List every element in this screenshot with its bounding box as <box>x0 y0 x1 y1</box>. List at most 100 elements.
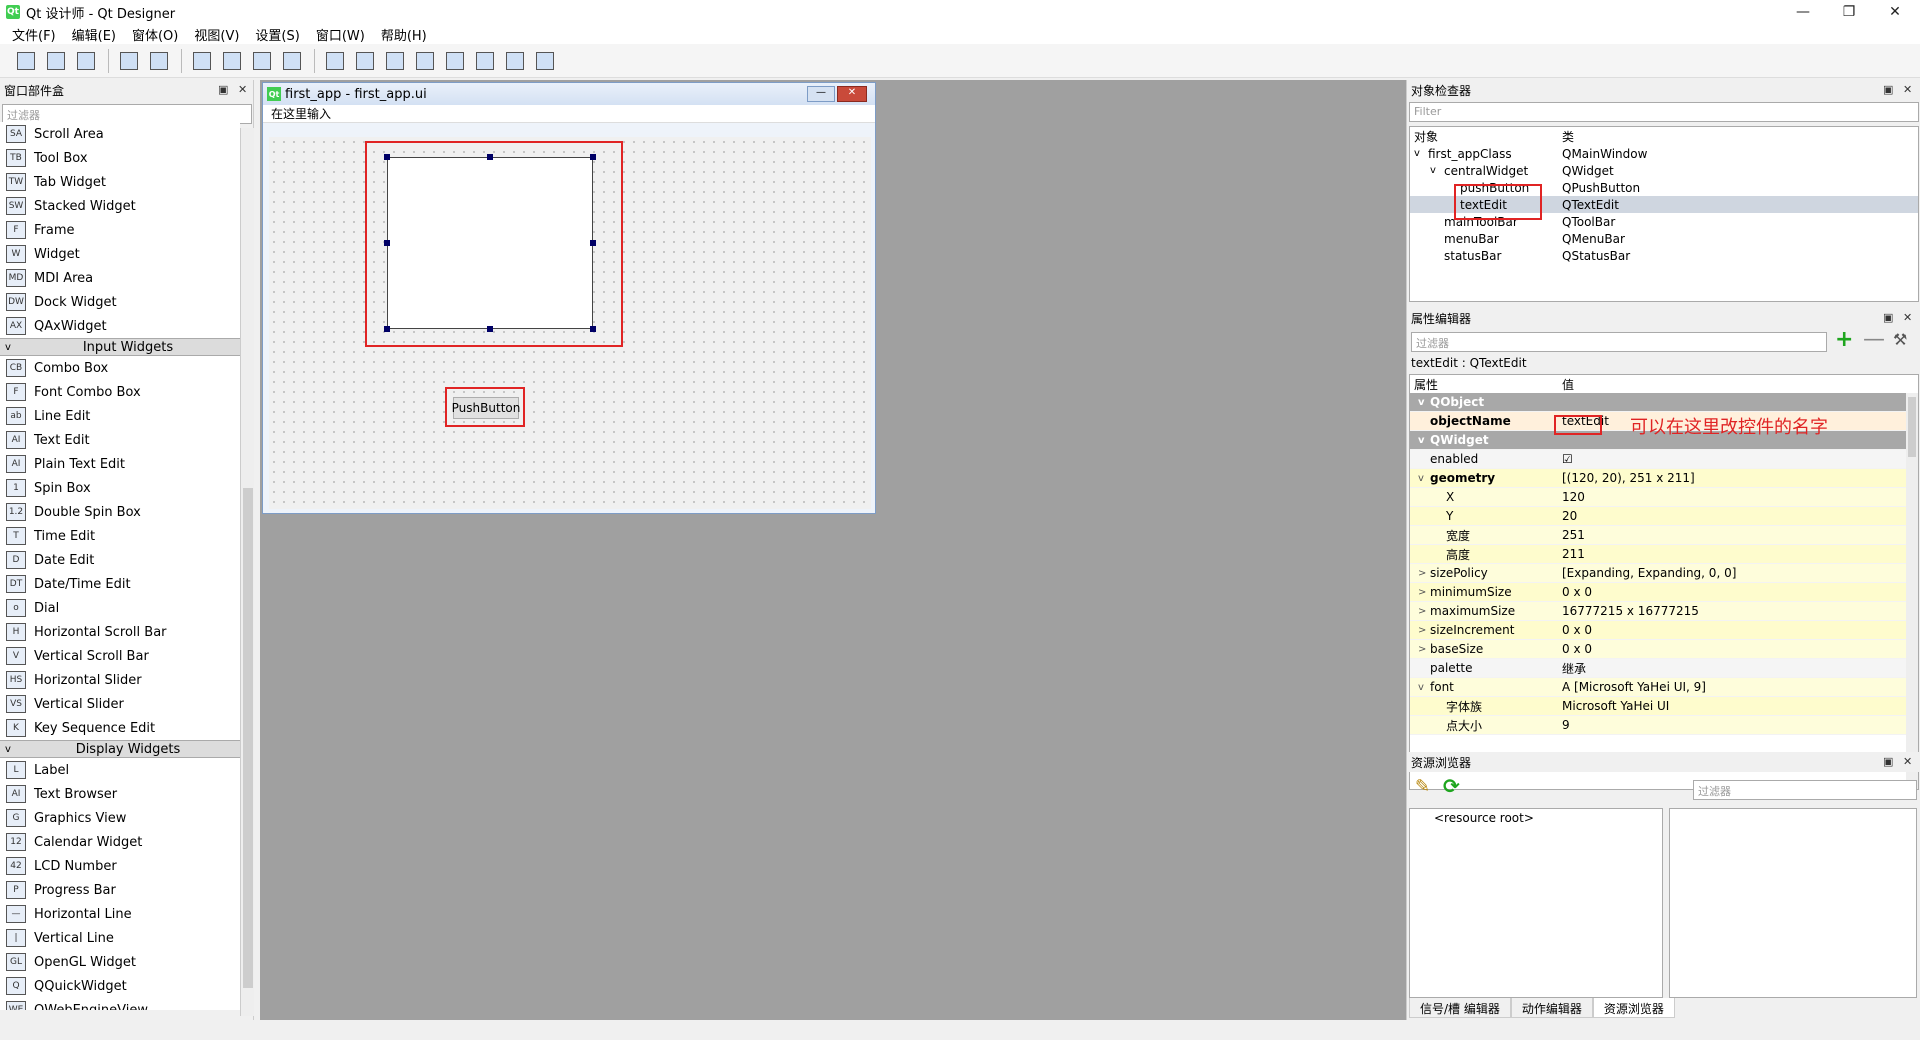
property-row[interactable]: > maximumSize 16777215 x 16777215 <box>1410 602 1918 621</box>
widget-item[interactable]: DT Date/Time Edit <box>0 572 240 596</box>
widget-item[interactable]: L Label <box>0 758 240 782</box>
chevron-right-icon[interactable]: > <box>1418 625 1426 636</box>
property-row[interactable]: 字体族 Microsoft YaHei UI <box>1410 697 1918 716</box>
property-value[interactable]: 0 x 0 <box>1562 623 1592 637</box>
menu-file[interactable]: 文件(F) <box>4 25 64 44</box>
widget-item[interactable]: HS Horizontal Slider <box>0 668 240 692</box>
scrollbar-thumb[interactable] <box>243 488 253 988</box>
widget-item[interactable]: D Date Edit <box>0 548 240 572</box>
resize-handle[interactable] <box>487 326 493 332</box>
property-row[interactable]: X 120 <box>1410 488 1918 507</box>
resize-handle[interactable] <box>384 326 390 332</box>
resize-handle[interactable] <box>384 240 390 246</box>
configure-icon[interactable]: ⚒ <box>1893 330 1907 349</box>
widget-list-scrollbar[interactable] <box>240 128 254 1016</box>
widget-item[interactable]: AI Text Edit <box>0 428 240 452</box>
widget-item[interactable]: V Vertical Scroll Bar <box>0 644 240 668</box>
widget-item[interactable]: F Font Combo Box <box>0 380 240 404</box>
menu-view[interactable]: 视图(V) <box>186 25 247 44</box>
form-canvas[interactable]: PushButton <box>269 137 871 509</box>
property-row[interactable]: Y 20 <box>1410 507 1918 526</box>
form-menubar[interactable]: 在这里输入 <box>263 105 875 123</box>
layout-grid-icon[interactable] <box>441 47 469 75</box>
widget-item[interactable]: WE QWebEngineView <box>0 998 240 1010</box>
menu-form[interactable]: 窗体(O) <box>124 25 186 44</box>
widget-category[interactable]: v Input Widgets <box>0 338 240 356</box>
property-value[interactable]: A [Microsoft YaHei UI, 9] <box>1562 680 1706 694</box>
widget-item[interactable]: DW Dock Widget <box>0 290 240 314</box>
bring-front-icon[interactable] <box>115 47 143 75</box>
widget-item[interactable]: — Horizontal Line <box>0 902 240 926</box>
property-row[interactable]: palette 继承 <box>1410 659 1918 678</box>
col-class-header[interactable]: 类 <box>1562 128 1574 145</box>
resource-root-item[interactable]: <resource root> <box>1410 809 1662 827</box>
property-value[interactable]: ☑ <box>1562 452 1573 466</box>
menu-window[interactable]: 窗口(W) <box>308 25 373 44</box>
float-icon[interactable]: ▣ <box>1883 83 1893 96</box>
object-tree-row[interactable]: v centralWidget QWidget <box>1410 162 1918 179</box>
property-value[interactable]: 16777215 x 16777215 <box>1562 604 1699 618</box>
chevron-right-icon[interactable]: > <box>1418 568 1426 579</box>
panel-close-icon[interactable]: ✕ <box>238 83 247 96</box>
property-row[interactable]: 宽度 251 <box>1410 526 1918 545</box>
widget-item[interactable]: Q QQuickWidget <box>0 974 240 998</box>
widget-item[interactable]: MD MDI Area <box>0 266 240 290</box>
layout-split-v-icon[interactable] <box>411 47 439 75</box>
resize-handle[interactable] <box>590 240 596 246</box>
float-icon[interactable]: ▣ <box>1883 755 1893 768</box>
remove-property-icon[interactable]: — <box>1863 329 1885 351</box>
open-icon[interactable] <box>42 47 70 75</box>
widget-item[interactable]: T Time Edit <box>0 524 240 548</box>
widget-item[interactable]: | Vertical Line <box>0 926 240 950</box>
property-value[interactable]: 120 <box>1562 490 1585 504</box>
widget-item[interactable]: SW Stacked Widget <box>0 194 240 218</box>
chevron-right-icon[interactable]: > <box>1418 606 1426 617</box>
resource-filter-input[interactable]: 过滤器 <box>1693 780 1917 800</box>
float-icon[interactable]: ▣ <box>1883 311 1893 324</box>
property-scrollbar[interactable] <box>1906 393 1918 789</box>
push-button-widget[interactable]: PushButton <box>452 397 520 419</box>
widget-item[interactable]: 42 LCD Number <box>0 854 240 878</box>
col-object-header[interactable]: 对象 <box>1414 128 1438 145</box>
property-row[interactable]: 点大小 9 <box>1410 716 1918 735</box>
resource-tree[interactable]: <resource root> <box>1409 808 1663 998</box>
menu-settings[interactable]: 设置(S) <box>247 25 307 44</box>
property-value[interactable]: [Expanding, Expanding, 0, 0] <box>1562 566 1736 580</box>
widget-item[interactable]: GL OpenGL Widget <box>0 950 240 974</box>
send-back-icon[interactable] <box>145 47 173 75</box>
property-row[interactable]: v font A [Microsoft YaHei UI, 9] <box>1410 678 1918 697</box>
panel-close-icon[interactable]: ✕ <box>1903 83 1912 96</box>
property-value[interactable]: 211 <box>1562 547 1585 561</box>
tab-resource-browser[interactable]: 资源浏览器 <box>1592 998 1675 1018</box>
widget-item[interactable]: K Key Sequence Edit <box>0 716 240 740</box>
adjust-size-icon[interactable] <box>531 47 559 75</box>
widget-item[interactable]: 12 Calendar Widget <box>0 830 240 854</box>
object-filter-input[interactable]: Filter <box>1409 102 1919 122</box>
layout-vertical-icon[interactable] <box>351 47 379 75</box>
widget-item[interactable]: H Horizontal Scroll Bar <box>0 620 240 644</box>
minimize-icon[interactable]: — <box>1780 0 1826 24</box>
chevron-down-icon[interactable]: v <box>1418 397 1425 408</box>
type-here-menu[interactable]: 在这里输入 <box>271 105 331 122</box>
form-close-icon[interactable]: ✕ <box>837 86 867 102</box>
widget-item[interactable]: AI Plain Text Edit <box>0 452 240 476</box>
resource-view[interactable] <box>1669 808 1917 998</box>
save-icon[interactable] <box>72 47 100 75</box>
break-layout-icon[interactable] <box>501 47 529 75</box>
property-row[interactable]: > sizePolicy [Expanding, Expanding, 0, 0] <box>1410 564 1918 583</box>
form-window[interactable]: Qt first_app - first_app.ui — ✕ 在这里输入 Pu… <box>262 82 876 514</box>
property-row[interactable]: v geometry [(120, 20), 251 x 211] <box>1410 469 1918 488</box>
object-tree-row[interactable]: statusBar QStatusBar <box>1410 247 1918 264</box>
chevron-right-icon[interactable]: > <box>1418 587 1426 598</box>
edit-buddies-icon[interactable] <box>248 47 276 75</box>
property-value[interactable]: 251 <box>1562 528 1585 542</box>
close-icon[interactable]: ✕ <box>1872 0 1918 24</box>
tab-action-editor[interactable]: 动作编辑器 <box>1510 998 1593 1018</box>
widget-item[interactable]: 1 Spin Box <box>0 476 240 500</box>
widget-item[interactable]: 1.2 Double Spin Box <box>0 500 240 524</box>
widget-category[interactable]: v Display Widgets <box>0 740 240 758</box>
property-row[interactable]: v QObject <box>1410 393 1918 412</box>
maximize-icon[interactable]: ❐ <box>1826 0 1872 24</box>
col-property-header[interactable]: 属性 <box>1414 376 1438 393</box>
widget-item[interactable]: AI Text Browser <box>0 782 240 806</box>
